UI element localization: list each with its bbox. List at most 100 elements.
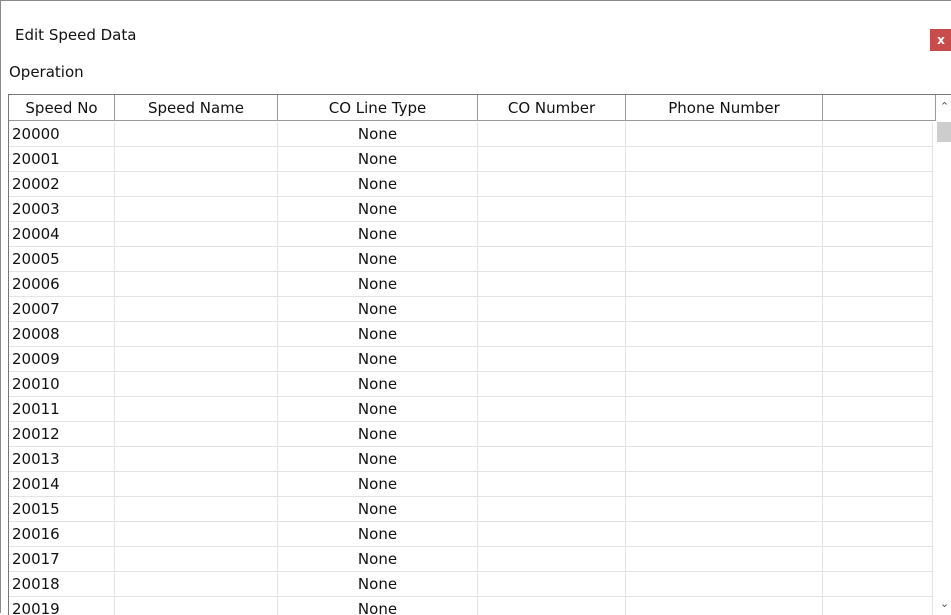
menu-item-operation[interactable]: Operation: [9, 63, 84, 81]
table-row[interactable]: 20001 None: [9, 147, 933, 172]
table-row[interactable]: 20018 None: [9, 572, 933, 597]
cell-co-line-type[interactable]: None: [278, 172, 478, 197]
table-row[interactable]: 20000 None: [9, 122, 933, 147]
cell-co-number[interactable]: [478, 422, 626, 447]
table-row[interactable]: 20014 None: [9, 472, 933, 497]
cell-speed-name[interactable]: [115, 147, 278, 172]
column-header-extra[interactable]: [823, 95, 936, 121]
cell-speed-name[interactable]: [115, 297, 278, 322]
cell-co-number[interactable]: [478, 522, 626, 547]
cell-co-line-type[interactable]: None: [278, 197, 478, 222]
table-row[interactable]: 20016 None: [9, 522, 933, 547]
cell-co-line-type[interactable]: None: [278, 547, 478, 572]
cell-extra[interactable]: [823, 472, 933, 497]
close-button[interactable]: x: [930, 29, 951, 51]
cell-speed-no[interactable]: 20007: [9, 297, 115, 322]
cell-speed-no[interactable]: 20001: [9, 147, 115, 172]
cell-speed-name[interactable]: [115, 272, 278, 297]
cell-extra[interactable]: [823, 547, 933, 572]
table-row[interactable]: 20013 None: [9, 447, 933, 472]
cell-speed-no[interactable]: 20012: [9, 422, 115, 447]
cell-phone-number[interactable]: [626, 222, 823, 247]
cell-co-number[interactable]: [478, 222, 626, 247]
column-header-phone-number[interactable]: Phone Number: [626, 95, 823, 121]
cell-speed-no[interactable]: 20002: [9, 172, 115, 197]
cell-phone-number[interactable]: [626, 497, 823, 522]
cell-speed-name[interactable]: [115, 547, 278, 572]
table-row[interactable]: 20011 None: [9, 397, 933, 422]
cell-speed-name[interactable]: [115, 222, 278, 247]
cell-extra[interactable]: [823, 522, 933, 547]
table-row[interactable]: 20015 None: [9, 497, 933, 522]
cell-phone-number[interactable]: [626, 122, 823, 147]
cell-extra[interactable]: [823, 572, 933, 597]
column-header-co-number[interactable]: CO Number: [478, 95, 626, 121]
cell-speed-name[interactable]: [115, 172, 278, 197]
table-row[interactable]: 20019 None: [9, 597, 933, 615]
cell-phone-number[interactable]: [626, 422, 823, 447]
cell-extra[interactable]: [823, 447, 933, 472]
cell-speed-name[interactable]: [115, 197, 278, 222]
cell-phone-number[interactable]: [626, 572, 823, 597]
cell-co-line-type[interactable]: None: [278, 222, 478, 247]
cell-phone-number[interactable]: [626, 372, 823, 397]
cell-speed-name[interactable]: [115, 497, 278, 522]
cell-extra[interactable]: [823, 347, 933, 372]
cell-phone-number[interactable]: [626, 172, 823, 197]
cell-extra[interactable]: [823, 597, 933, 615]
table-row[interactable]: 20005 None: [9, 247, 933, 272]
cell-phone-number[interactable]: [626, 347, 823, 372]
cell-extra[interactable]: [823, 322, 933, 347]
cell-speed-name[interactable]: [115, 247, 278, 272]
cell-extra[interactable]: [823, 397, 933, 422]
column-header-speed-name[interactable]: Speed Name: [115, 95, 278, 121]
cell-co-number[interactable]: [478, 322, 626, 347]
cell-co-number[interactable]: [478, 347, 626, 372]
cell-co-number[interactable]: [478, 197, 626, 222]
cell-phone-number[interactable]: [626, 272, 823, 297]
table-row[interactable]: 20002 None: [9, 172, 933, 197]
cell-phone-number[interactable]: [626, 597, 823, 615]
cell-phone-number[interactable]: [626, 147, 823, 172]
cell-extra[interactable]: [823, 147, 933, 172]
column-header-speed-no[interactable]: Speed No: [9, 95, 115, 121]
cell-speed-no[interactable]: 20000: [9, 122, 115, 147]
table-row[interactable]: 20004 None: [9, 222, 933, 247]
cell-phone-number[interactable]: [626, 447, 823, 472]
cell-co-number[interactable]: [478, 272, 626, 297]
cell-speed-no[interactable]: 20015: [9, 497, 115, 522]
cell-speed-no[interactable]: 20008: [9, 322, 115, 347]
cell-speed-no[interactable]: 20003: [9, 197, 115, 222]
cell-co-number[interactable]: [478, 172, 626, 197]
cell-co-line-type[interactable]: None: [278, 397, 478, 422]
cell-co-line-type[interactable]: None: [278, 572, 478, 597]
cell-speed-name[interactable]: [115, 122, 278, 147]
cell-phone-number[interactable]: [626, 247, 823, 272]
cell-phone-number[interactable]: [626, 297, 823, 322]
cell-co-number[interactable]: [478, 472, 626, 497]
cell-co-number[interactable]: [478, 397, 626, 422]
cell-speed-no[interactable]: 20010: [9, 372, 115, 397]
cell-speed-no[interactable]: 20019: [9, 597, 115, 615]
cell-speed-name[interactable]: [115, 522, 278, 547]
cell-phone-number[interactable]: [626, 547, 823, 572]
cell-extra[interactable]: [823, 422, 933, 447]
cell-co-number[interactable]: [478, 572, 626, 597]
cell-extra[interactable]: [823, 497, 933, 522]
cell-extra[interactable]: [823, 247, 933, 272]
cell-speed-name[interactable]: [115, 397, 278, 422]
cell-speed-no[interactable]: 20006: [9, 272, 115, 297]
cell-phone-number[interactable]: [626, 522, 823, 547]
cell-co-line-type[interactable]: None: [278, 122, 478, 147]
vertical-scrollbar[interactable]: ⌃ ⌄: [936, 95, 951, 615]
cell-co-number[interactable]: [478, 372, 626, 397]
cell-speed-no[interactable]: 20018: [9, 572, 115, 597]
cell-speed-no[interactable]: 20011: [9, 397, 115, 422]
cell-speed-name[interactable]: [115, 347, 278, 372]
column-header-co-line-type[interactable]: CO Line Type: [278, 95, 478, 121]
table-row[interactable]: 20009 None: [9, 347, 933, 372]
cell-co-line-type[interactable]: None: [278, 522, 478, 547]
cell-speed-no[interactable]: 20013: [9, 447, 115, 472]
cell-extra[interactable]: [823, 172, 933, 197]
cell-speed-name[interactable]: [115, 422, 278, 447]
